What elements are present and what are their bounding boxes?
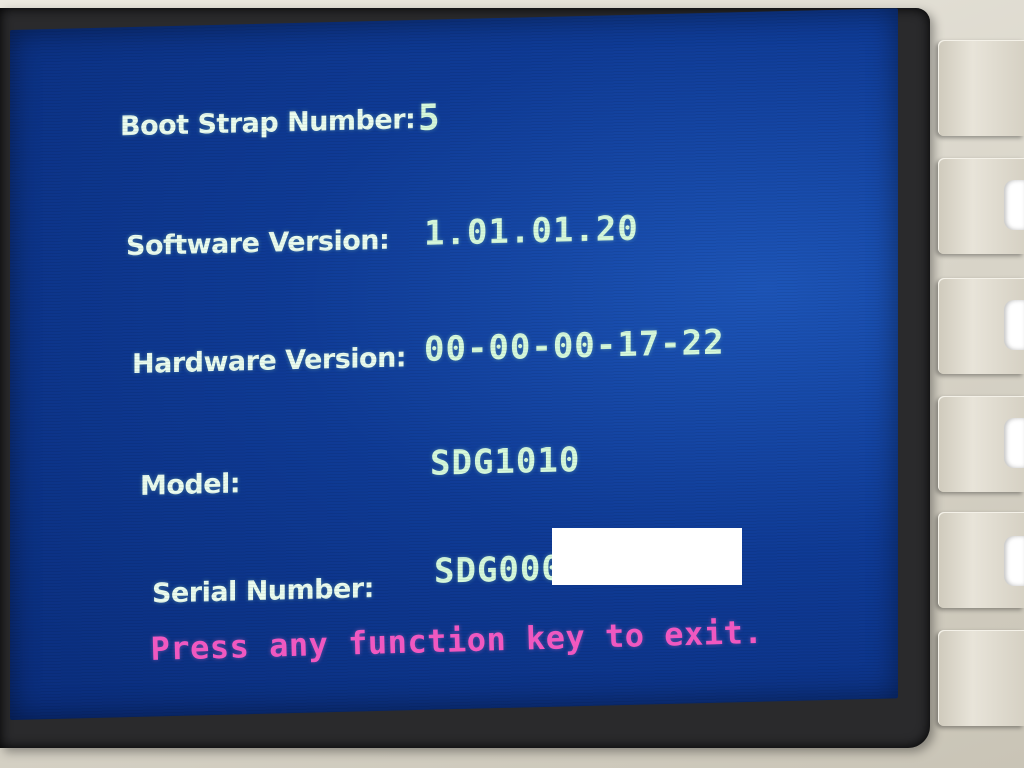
softkey-edge-notch: [1004, 418, 1024, 468]
software-version-label: Software Version:: [126, 224, 390, 263]
hardware-version-label: Hardware Version:: [132, 342, 407, 381]
software-version-value: 1.01.01.20: [424, 208, 639, 254]
model-value: SDG1010: [430, 440, 581, 484]
softkey-edge-notch: [1004, 536, 1024, 586]
instrument-front-panel: Boot Strap Number: 5 Software Version: 1…: [0, 0, 1024, 768]
lcd-screen: Boot Strap Number: 5 Software Version: 1…: [10, 8, 898, 721]
serial-number-value: SDG000: [434, 548, 563, 592]
boot-strap-value: 5: [418, 97, 441, 140]
boot-strap-label: Boot Strap Number:: [120, 104, 416, 143]
softkey-6-button[interactable]: [938, 630, 1024, 726]
hardware-version-value: 00-00-00-17-22: [424, 322, 725, 370]
serial-redaction-box: [552, 528, 742, 585]
serial-number-label: Serial Number:: [152, 573, 374, 610]
softkey-edge-notch: [1004, 300, 1024, 350]
softkey-edge-notch: [1004, 180, 1024, 230]
softkey-1-button[interactable]: [938, 40, 1024, 136]
model-label: Model:: [140, 468, 241, 502]
